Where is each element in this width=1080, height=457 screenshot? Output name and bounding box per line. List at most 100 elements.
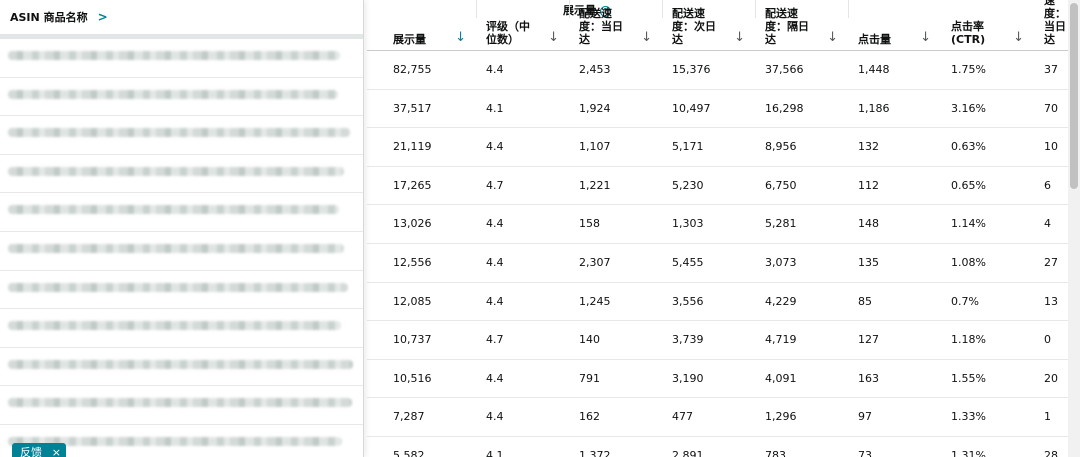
redacted-product-name [8, 398, 352, 408]
product-name-row[interactable] [0, 39, 363, 78]
table-cell: 1,245 [579, 294, 611, 308]
table-cell: 10,737 [393, 333, 432, 347]
table-cell: 127 [858, 333, 879, 347]
column-header[interactable]: 配送速度：当日达 [1034, 0, 1068, 50]
column-header[interactable]: 评级（中位数） ↓ [476, 0, 569, 50]
column-header-label: 评级（中位数） [486, 20, 530, 46]
column-header[interactable]: 配送速度：当日达 ↓ [569, 0, 662, 50]
table-cell: 20 [1044, 371, 1058, 385]
table-cell: 477 [672, 410, 693, 424]
sort-arrow-icon[interactable]: ↓ [548, 31, 559, 44]
column-header[interactable]: 点击率 (CTR) ↓ [941, 0, 1034, 50]
column-header[interactable]: 展示量 ↓ [383, 0, 476, 50]
column-header[interactable]: 配送速度：隔日达 ↓ [755, 0, 848, 50]
product-name-row[interactable] [0, 116, 363, 155]
table-cell: 12,556 [393, 255, 432, 269]
table-cell: 4.1 [486, 101, 504, 115]
table-cell: 5,582 [393, 448, 425, 457]
table-cell: 140 [579, 333, 600, 347]
feedback-button[interactable]: 反馈 × [12, 443, 66, 457]
table-cell: 4.7 [486, 333, 504, 347]
product-name-row[interactable] [0, 193, 363, 232]
table-cell: 132 [858, 140, 879, 154]
table-cell: 1,221 [579, 178, 611, 192]
table-header: 展示量? 展示量 ↓ 评级（中位数） ↓ 配送速度：当日达 ↓ 配送速度：次日达 ↓ 配送速度：… [367, 0, 1068, 51]
sort-arrow-icon[interactable]: ↓ [455, 31, 466, 44]
asin-product-header[interactable]: ASIN 商品名称 > [0, 0, 363, 39]
table-cell: 4,091 [765, 371, 797, 385]
product-name-row[interactable] [0, 348, 363, 387]
table-row[interactable]: 12,556 4.4 2,307 5,455 3,073 135 1.08% 27 [367, 244, 1068, 283]
table-cell: 17,265 [393, 178, 432, 192]
table-cell: 10 [1044, 140, 1058, 154]
table-cell: 37 [1044, 63, 1058, 76]
table-row[interactable]: 7,287 4.4 162 477 1,296 97 1.33% 1 [367, 398, 1068, 437]
table-cell: 135 [858, 255, 879, 269]
table-cell: 3,190 [672, 371, 704, 385]
header-divider [755, 0, 756, 18]
table-cell: 0 [1044, 333, 1051, 347]
table-cell: 4.4 [486, 410, 504, 424]
table-cell: 8,956 [765, 140, 797, 154]
product-name-row[interactable] [0, 309, 363, 348]
table-cell: 1,924 [579, 101, 611, 115]
table-cell: 1.55% [951, 371, 986, 385]
table-row[interactable]: 82,755 4.4 2,453 15,376 37,566 1,448 1.75% 37 [367, 51, 1068, 90]
sort-arrow-icon[interactable]: ↓ [1013, 31, 1024, 44]
column-header[interactable]: 配送速度：次日达 ↓ [662, 0, 755, 50]
product-name-row[interactable] [0, 155, 363, 194]
product-name-row[interactable] [0, 271, 363, 310]
product-name-row[interactable] [0, 232, 363, 271]
header-divider [476, 0, 477, 18]
table-body: 82,755 4.4 2,453 15,376 37,566 1,448 1.75% 37 37… [367, 51, 1068, 457]
scrollbar-thumb[interactable] [1070, 3, 1078, 189]
table-cell: 4,719 [765, 333, 797, 347]
table-row[interactable]: 37,517 4.1 1,924 10,497 16,298 1,186 3.16% 70 [367, 90, 1068, 129]
table-cell: 1,303 [672, 217, 704, 231]
sort-arrow-icon[interactable]: ↓ [734, 31, 745, 44]
table-cell: 4,229 [765, 294, 797, 308]
table-cell: 4.1 [486, 448, 504, 457]
table-cell: 4.4 [486, 294, 504, 308]
table-cell: 4.4 [486, 217, 504, 231]
table-cell: 15,376 [672, 63, 711, 76]
sort-arrow-icon[interactable]: ↓ [827, 31, 838, 44]
redacted-product-name [8, 89, 338, 99]
close-icon[interactable]: × [52, 446, 61, 457]
table-row[interactable]: 5,582 4.1 1,372 2,891 783 73 1.31% 28 [367, 437, 1068, 457]
table-cell: 1.14% [951, 217, 986, 231]
table-cell: 4.4 [486, 140, 504, 154]
table-cell: 28 [1044, 448, 1058, 457]
chevron-right-icon[interactable]: > [98, 10, 108, 24]
sort-arrow-icon[interactable]: ↓ [641, 31, 652, 44]
vertical-scrollbar[interactable] [1068, 0, 1080, 457]
column-header-label: 配送速度：当日达 [1044, 0, 1066, 46]
header-divider [662, 0, 663, 18]
product-name-row[interactable] [0, 78, 363, 117]
table-cell: 82,755 [393, 63, 432, 76]
table-cell: 16,298 [765, 101, 804, 115]
table-cell: 1.31% [951, 448, 986, 457]
sort-arrow-icon[interactable]: ↓ [920, 31, 931, 44]
column-header-label: 配送速度：隔日达 [765, 7, 809, 46]
column-header-label: 展示量 [393, 33, 426, 46]
redacted-product-name [8, 243, 344, 253]
table-row[interactable]: 21,119 4.4 1,107 5,171 8,956 132 0.63% 10 [367, 128, 1068, 167]
table-cell: 1,296 [765, 410, 797, 424]
table-cell: 1,448 [858, 63, 890, 76]
product-name-row[interactable] [0, 386, 363, 425]
table-cell: 27 [1044, 255, 1058, 269]
column-header-label: 点击率 (CTR) [951, 20, 986, 46]
table-row[interactable]: 10,737 4.7 140 3,739 4,719 127 1.18% 0 [367, 321, 1068, 360]
column-header[interactable]: 点击量 ↓ [848, 0, 941, 50]
table-row[interactable]: 13,026 4.4 158 1,303 5,281 148 1.14% 4 [367, 205, 1068, 244]
table-cell: 158 [579, 217, 600, 231]
table-cell: 1.08% [951, 255, 986, 269]
table-cell: 4.4 [486, 63, 504, 76]
table-row[interactable]: 12,085 4.4 1,245 3,556 4,229 85 0.7% 13 [367, 283, 1068, 322]
table-cell: 10,497 [672, 101, 711, 115]
header-divider [569, 0, 570, 18]
table-cell: 0.65% [951, 178, 986, 192]
table-row[interactable]: 17,265 4.7 1,221 5,230 6,750 112 0.65% 6 [367, 167, 1068, 206]
table-row[interactable]: 10,516 4.4 791 3,190 4,091 163 1.55% 20 [367, 360, 1068, 399]
